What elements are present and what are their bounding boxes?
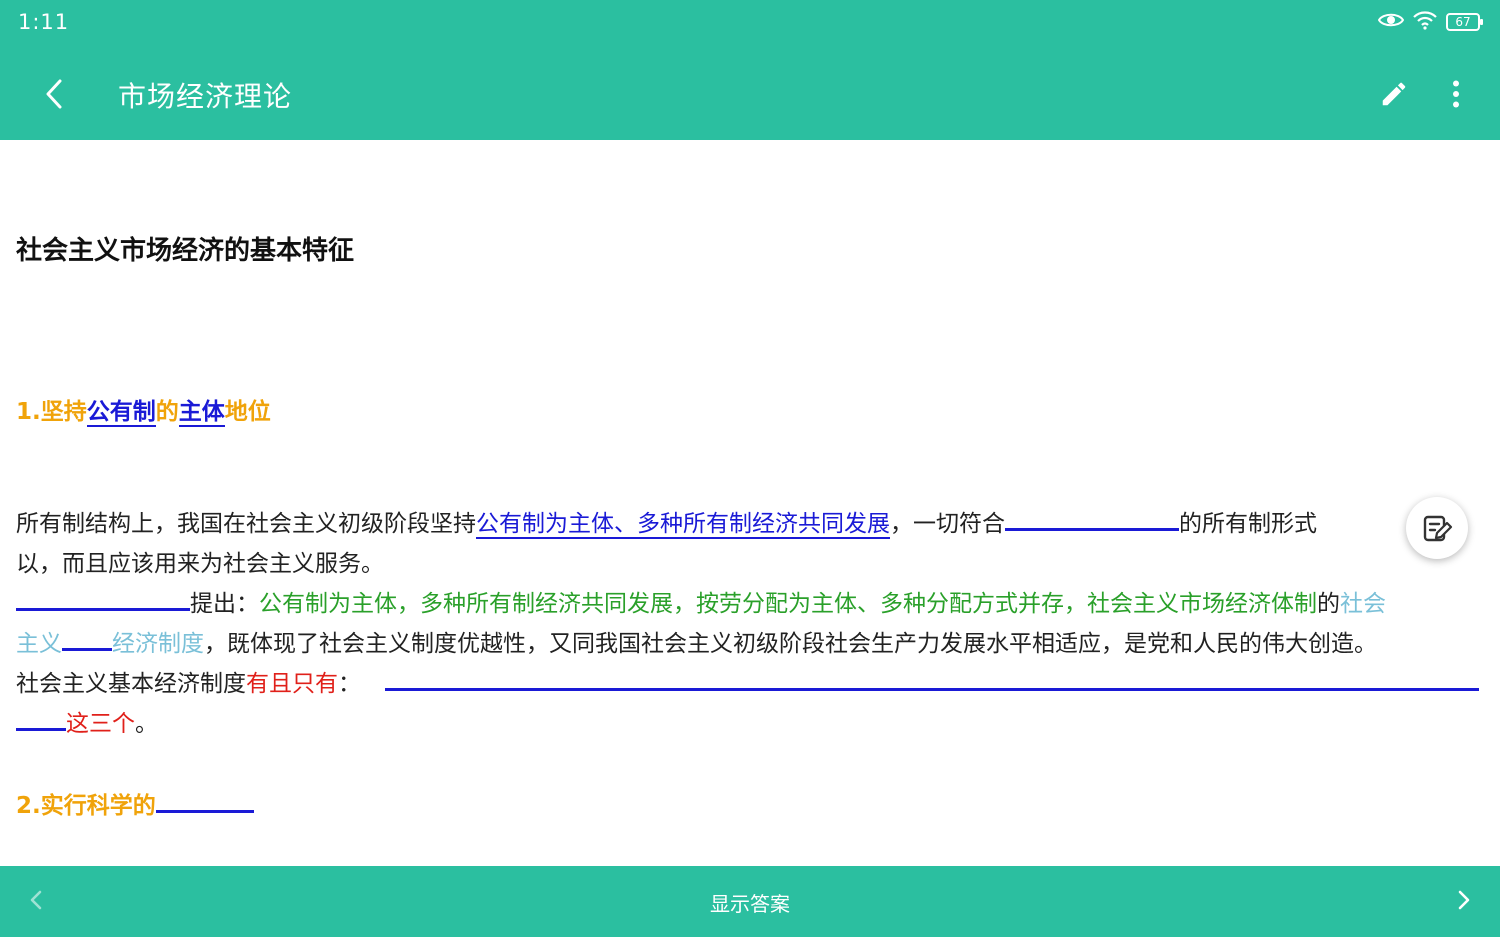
paragraph-line-4: 主义 经济制度，既体现了社会主义制度优越性，又同我国社会主义初级阶段社会生产力发展… <box>16 624 1490 664</box>
back-button[interactable] <box>30 70 78 118</box>
previous-card-button[interactable] <box>14 878 58 922</box>
lightblue-highlight: 社会 <box>1340 591 1386 617</box>
answer-blank[interactable] <box>62 647 112 651</box>
heading-1-term-main: 主体 <box>178 399 225 427</box>
battery-level: 67 <box>1455 15 1471 29</box>
paragraph: 所有制结构上，我国在社会主义初级阶段坚持公有制为主体、多种所有制经济共同发展，一… <box>16 504 1490 744</box>
status-icons: 67 <box>1377 10 1483 34</box>
show-answer-button[interactable]: 显示答案 <box>650 882 850 922</box>
text: ，既体现了社会主义制度优越性，又同我国社会主义初级阶段社会生产力发展水平相适应，… <box>204 631 1377 657</box>
answer-blank[interactable] <box>16 727 66 731</box>
section-heading-1: 1.坚持公有制的主体地位 <box>16 392 271 427</box>
answer-blank[interactable] <box>155 809 254 813</box>
bottom-bar: 显示答案 <box>0 866 1500 937</box>
text: 的所有制形式 <box>1179 511 1317 537</box>
heading-1-mid: 的 <box>155 399 179 425</box>
section-heading-2: 2.实行科学的 <box>16 786 254 820</box>
heading-1-prefix: 1.坚持 <box>16 399 87 425</box>
text: 。 <box>135 711 158 737</box>
text: ： <box>338 671 361 697</box>
heading-1-term-ownership: 公有制 <box>86 399 156 427</box>
text: 提出： <box>190 591 259 617</box>
note-edit-icon <box>1423 515 1453 542</box>
chevron-right-icon <box>1458 890 1470 910</box>
more-options-button[interactable] <box>1432 70 1480 118</box>
eye-icon <box>1377 11 1405 33</box>
note-edit-fab[interactable] <box>1406 497 1468 559</box>
paragraph-line-3: 提出：公有制为主体，多种所有制经济共同发展，按劳分配为主体、多种分配方式并存，社… <box>16 584 1490 624</box>
text: 以，而且应该用来为社会主义服务。 <box>16 551 384 577</box>
chevron-left-icon <box>46 79 62 109</box>
text: 社会主义基本经济制度 <box>16 671 246 697</box>
red-highlight: 这三个 <box>66 711 135 737</box>
paragraph-line-1: 所有制结构上，我国在社会主义初级阶段坚持公有制为主体、多种所有制经济共同发展，一… <box>16 504 1490 544</box>
edit-button[interactable] <box>1370 70 1418 118</box>
pencil-icon <box>1382 82 1406 106</box>
green-highlight: 公有制为主体，多种所有制经济共同发展，按劳分配为主体、多种分配方式并存，社会主义… <box>259 591 1317 617</box>
paragraph-line-2: 以，而且应该用来为社会主义服务。 <box>16 544 1490 584</box>
lightblue-highlight: 经济制度 <box>112 631 204 657</box>
lightblue-highlight: 主义 <box>16 631 62 657</box>
blue-highlight: 公有制为主体、多种所有制经济共同发展 <box>476 511 890 539</box>
chevron-left-icon <box>30 890 42 910</box>
document-title: 社会主义市场经济的基本特征 <box>16 236 355 266</box>
wifi-icon <box>1412 10 1438 34</box>
page-title: 市场经济理论 <box>118 80 293 113</box>
paragraph-line-5: 社会主义基本经济制度有且只有： <box>16 664 1490 704</box>
status-time: 1:11 <box>18 10 70 34</box>
text: ，一切符合 <box>890 511 1005 537</box>
red-highlight: 有且只有 <box>246 671 338 697</box>
answer-blank[interactable] <box>1005 527 1179 531</box>
text: 的 <box>1317 591 1340 617</box>
heading-1-suffix: 地位 <box>224 399 271 425</box>
more-vert-icon <box>1453 80 1459 108</box>
heading-2-text: 2.实行科学的 <box>16 793 156 819</box>
battery-icon: 67 <box>1446 13 1483 31</box>
status-bar: 1:11 67 <box>0 0 1500 48</box>
next-card-button[interactable] <box>1442 878 1486 922</box>
content-area: 社会主义市场经济的基本特征 1.坚持公有制的主体地位 所有制结构上，我国在社会主… <box>0 140 1500 866</box>
text: 所有制结构上，我国在社会主义初级阶段坚持 <box>16 511 476 537</box>
answer-blank[interactable] <box>385 687 1479 691</box>
app-bar: 市场经济理论 <box>0 48 1500 140</box>
paragraph-line-6: 这三个。 <box>16 704 1490 744</box>
answer-blank[interactable] <box>16 607 190 611</box>
